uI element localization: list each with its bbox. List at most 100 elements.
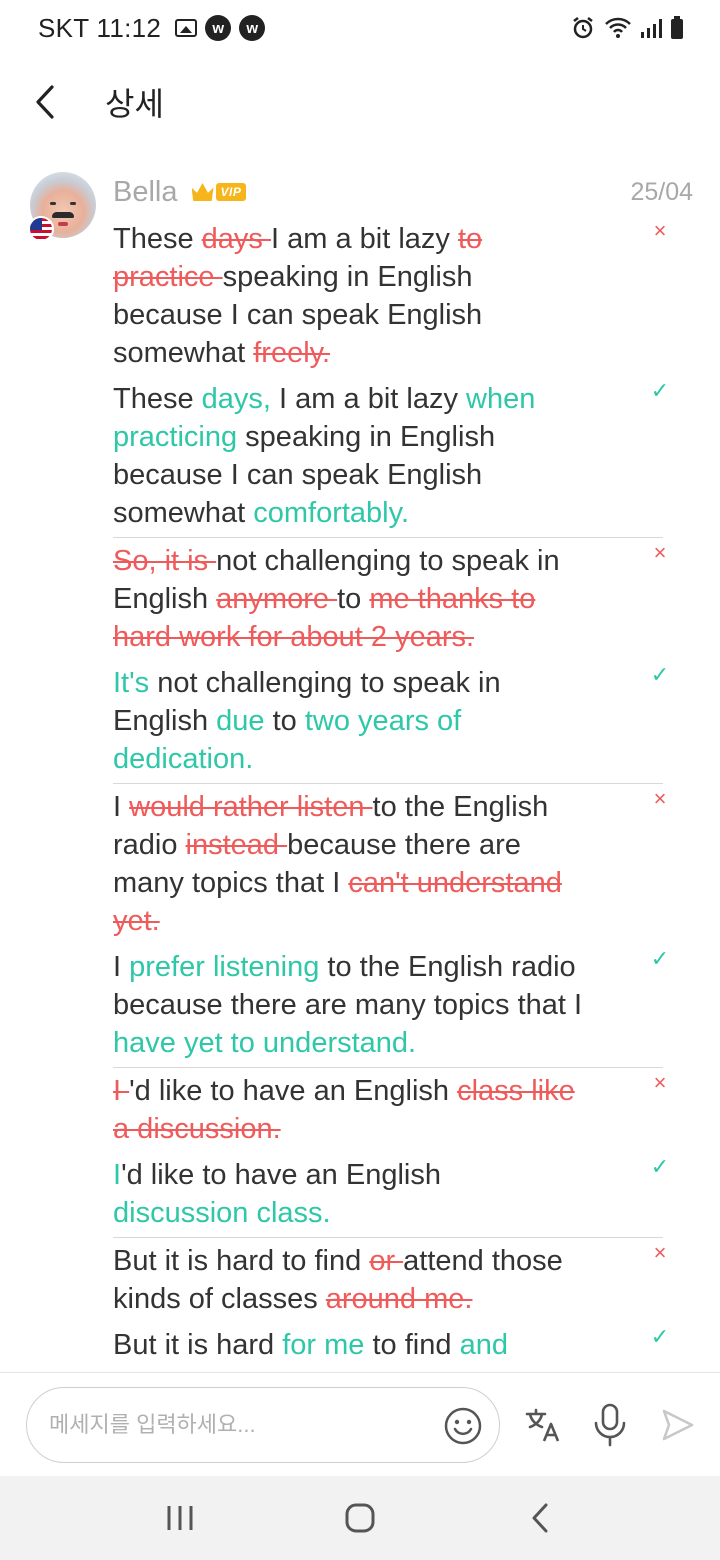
corrected-sentence: I prefer listening to the English radio …	[113, 946, 669, 1062]
corrected-sentence: But it is hard for me to find and ✓	[113, 1324, 669, 1364]
user-avatar-wrap[interactable]	[28, 172, 96, 242]
corrected-sentence: These days, I am a bit lazy when practic…	[113, 378, 669, 532]
alarm-icon	[570, 15, 596, 41]
sentence-text: These days I am a bit lazy to practice s…	[113, 220, 583, 372]
back-icon	[532, 1503, 548, 1533]
sentence-segment: I am a bit lazy	[271, 383, 467, 415]
sentence-segment: I	[113, 951, 130, 983]
message-input-box[interactable]	[26, 1387, 500, 1463]
battery-icon	[670, 16, 684, 40]
sentence-segment: These	[113, 383, 202, 415]
deleted-text: instead	[185, 829, 288, 861]
sentence-segment: to	[337, 583, 370, 615]
deleted-text: So, it is	[113, 545, 217, 577]
sentence-text: I would rather listen to the English rad…	[113, 788, 583, 940]
sentence-text: I'd like to have an English discussion c…	[113, 1156, 583, 1232]
page-title: 상세	[105, 86, 164, 122]
corrected-sentence: I'd like to have an English discussion c…	[113, 1154, 669, 1232]
translate-icon	[525, 1408, 560, 1442]
deleted-text: anymore	[216, 583, 338, 615]
added-text: for me	[282, 1329, 365, 1361]
vip-label: VIP	[215, 183, 247, 201]
added-text: comfortably.	[253, 497, 410, 529]
original-sentence: I 'd like to have an English class like …	[113, 1070, 666, 1148]
microphone-icon	[594, 1403, 626, 1447]
home-icon	[345, 1503, 375, 1533]
added-text: discussion class.	[113, 1197, 331, 1229]
correction-pair: I 'd like to have an English class like …	[113, 1070, 669, 1238]
message-date: 25/04	[630, 177, 693, 206]
top-app-bar: 상세	[0, 56, 720, 148]
wrong-mark-icon: ×	[653, 1240, 667, 1265]
user-name[interactable]: Bella	[113, 176, 178, 209]
original-sentence: So, it is not challenging to speak in En…	[113, 540, 666, 656]
corrected-sentence: It's not challenging to speak in English…	[113, 662, 669, 778]
correction-pair: But it is hard to find or attend those k…	[113, 1240, 669, 1369]
wrong-mark-icon: ×	[653, 540, 667, 565]
correction-pair: I would rather listen to the English rad…	[113, 786, 669, 1068]
sentence-text: I 'd like to have an English class like …	[113, 1072, 583, 1148]
deleted-text: I	[113, 1075, 130, 1107]
wrong-mark-icon: ×	[653, 786, 667, 811]
added-text: prefer listening	[129, 951, 320, 983]
correction-pair: These days I am a bit lazy to practice s…	[113, 218, 669, 538]
sentence-segment: These	[113, 223, 202, 255]
sentence-text: It's not challenging to speak in English…	[113, 664, 583, 778]
sentence-segment: to find	[364, 1329, 460, 1361]
sentence-segment: 'd like to have an English	[129, 1075, 458, 1107]
added-text: I	[113, 1159, 122, 1191]
back-button[interactable]	[0, 56, 90, 148]
check-mark-icon: ✓	[650, 1324, 670, 1349]
sentence-segment: to	[264, 705, 305, 737]
wrong-mark-icon: ×	[653, 1070, 667, 1095]
sentence-text: I prefer listening to the English radio …	[113, 948, 583, 1062]
sentence-segment: I	[113, 791, 130, 823]
message-input[interactable]	[49, 1412, 429, 1438]
recent-apps-button[interactable]	[150, 1488, 210, 1548]
sentence-segment: But it is hard to find	[113, 1245, 370, 1277]
original-sentence: But it is hard to find or attend those k…	[113, 1240, 666, 1318]
added-text: It's	[113, 667, 150, 699]
sentence-segment: But it is hard	[113, 1329, 283, 1361]
check-mark-icon: ✓	[650, 1154, 670, 1179]
added-text: have yet to understand.	[113, 1027, 417, 1059]
deleted-text: freely.	[253, 337, 331, 369]
deleted-text: would rather listen	[129, 791, 373, 823]
system-nav-bar	[0, 1476, 720, 1560]
home-button[interactable]	[330, 1488, 390, 1548]
system-back-button[interactable]	[510, 1488, 570, 1548]
chevron-left-icon	[36, 85, 54, 119]
sentence-text: These days, I am a bit lazy when practic…	[113, 380, 583, 532]
translate-button[interactable]	[522, 1403, 566, 1447]
emoji-icon	[444, 1407, 482, 1445]
message-composer	[0, 1372, 720, 1474]
sentence-text: So, it is not challenging to speak in En…	[113, 542, 583, 656]
message-header: Bella VIP 25/04	[113, 172, 693, 212]
wrong-mark-icon: ×	[653, 218, 667, 243]
deleted-text: days	[201, 223, 271, 255]
added-text: and	[459, 1329, 508, 1361]
status-bar: SKT 11:12 w w	[0, 0, 720, 56]
correction-message: Bella VIP 25/04 These days I am a bit la…	[0, 170, 720, 1370]
sentence-segment: I am a bit lazy	[271, 223, 458, 255]
send-button[interactable]	[656, 1403, 700, 1447]
gallery-icon	[175, 19, 198, 37]
sentence-text: But it is hard to find or attend those k…	[113, 1242, 583, 1318]
sentence-segment: 'd like to have an English	[121, 1159, 441, 1191]
status-time: SKT 11:12	[38, 12, 162, 43]
status-right	[570, 15, 684, 41]
vip-badge: VIP	[191, 183, 247, 201]
original-sentence: These days I am a bit lazy to practice s…	[113, 218, 666, 372]
original-sentence: I would rather listen to the English rad…	[113, 786, 666, 940]
us-flag-icon	[28, 216, 54, 242]
check-mark-icon: ✓	[650, 662, 670, 687]
status-left: SKT 11:12 w w	[38, 12, 266, 44]
check-mark-icon: ✓	[650, 946, 670, 971]
wifi-icon	[604, 16, 632, 40]
check-mark-icon: ✓	[650, 378, 670, 403]
signal-icon	[640, 17, 662, 39]
emoji-button[interactable]	[443, 1406, 483, 1446]
voice-button[interactable]	[588, 1403, 632, 1447]
w-app-icon: w	[239, 15, 266, 41]
sentence-text: But it is hard for me to find and	[113, 1326, 583, 1364]
